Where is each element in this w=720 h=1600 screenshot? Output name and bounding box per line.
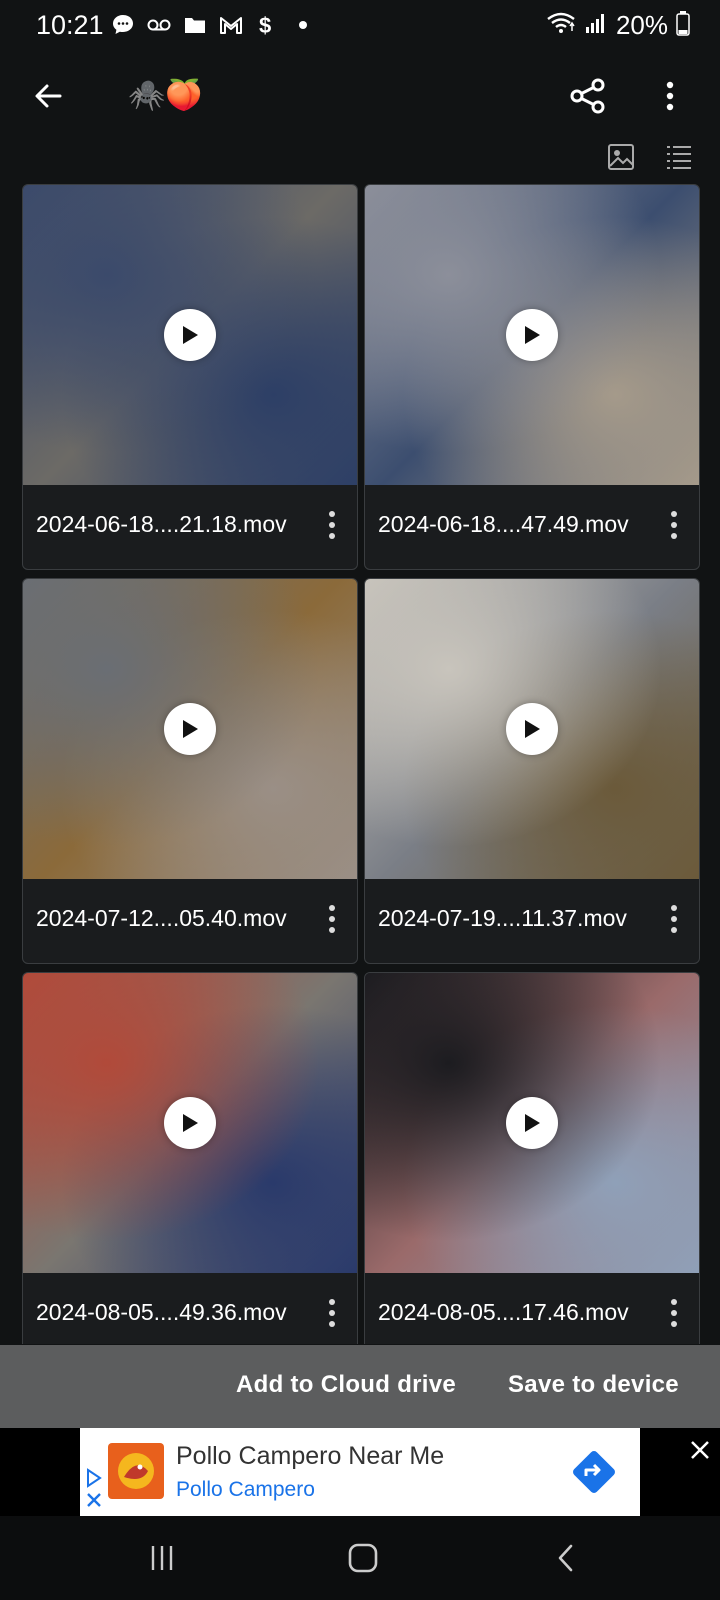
play-button[interactable]	[506, 703, 558, 755]
ad-content[interactable]: Pollo Campero Near Me Pollo Campero	[80, 1428, 640, 1516]
file-grid: 2024-06-18....21.18.mov 2024-06-18....47…	[22, 184, 700, 1344]
battery-icon	[676, 10, 690, 41]
status-time: 10:21	[36, 10, 104, 40]
system-nav-bar	[0, 1516, 720, 1600]
back-button[interactable]	[26, 74, 70, 118]
image-view-button[interactable]	[604, 140, 638, 174]
action-bar: Add to Cloud drive Save to device	[0, 1345, 720, 1428]
video-card[interactable]: 2024-08-05....49.36.mov	[22, 972, 358, 1344]
more-vertical-icon	[671, 1299, 677, 1327]
play-button[interactable]	[506, 1097, 558, 1149]
video-card[interactable]: 2024-06-18....21.18.mov	[22, 184, 358, 570]
play-button[interactable]	[506, 309, 558, 361]
voicemail-icon	[146, 12, 172, 38]
recents-button[interactable]	[140, 1536, 184, 1580]
wifi-icon	[546, 11, 576, 40]
play-icon	[525, 720, 540, 738]
video-card[interactable]: 2024-07-12....05.40.mov	[22, 578, 358, 964]
video-card[interactable]: 2024-08-05....17.46.mov	[364, 972, 700, 1344]
gmail-icon	[218, 12, 244, 38]
file-name: 2024-08-05....49.36.mov	[36, 1299, 287, 1325]
ad-close-icon[interactable]	[688, 1438, 712, 1462]
list-view-button[interactable]	[662, 140, 696, 174]
more-options-button[interactable]	[648, 74, 692, 118]
file-name: 2024-08-05....17.46.mov	[378, 1299, 629, 1325]
file-more-button[interactable]	[659, 899, 689, 939]
video-card[interactable]: 2024-06-18....47.49.mov	[364, 184, 700, 570]
home-button[interactable]	[341, 1536, 385, 1580]
battery-percent: 20%	[615, 10, 668, 40]
arrow-left-icon	[35, 84, 62, 108]
play-button[interactable]	[164, 703, 216, 755]
folder-icon	[182, 12, 208, 38]
file-more-button[interactable]	[659, 505, 689, 545]
ad-logo	[108, 1443, 164, 1499]
status-bar: 10:21 $ 20%	[0, 0, 720, 56]
list-view-icon	[667, 146, 691, 169]
play-icon	[525, 1114, 540, 1132]
file-more-button[interactable]	[317, 1293, 347, 1333]
view-toggles	[604, 140, 696, 174]
file-name: 2024-07-19....11.37.mov	[378, 905, 627, 931]
file-more-button[interactable]	[317, 505, 347, 545]
directions-icon[interactable]	[570, 1448, 618, 1496]
signal-icon	[584, 11, 608, 40]
share-icon	[570, 78, 605, 114]
play-button[interactable]	[164, 309, 216, 361]
more-vertical-icon	[671, 905, 677, 933]
file-more-button[interactable]	[659, 1293, 689, 1333]
share-button[interactable]	[566, 74, 610, 118]
file-name: 2024-07-12....05.40.mov	[36, 905, 287, 931]
dot-icon	[290, 12, 316, 38]
play-icon	[525, 326, 540, 344]
play-icon	[183, 326, 198, 344]
message-icon	[110, 12, 136, 38]
more-vertical-icon	[329, 1299, 335, 1327]
more-vertical-icon	[666, 81, 674, 111]
back-icon	[558, 1544, 573, 1572]
app-bar: 🕷️🍑	[0, 56, 720, 136]
add-to-cloud-button[interactable]: Add to Cloud drive	[236, 1371, 456, 1399]
recents-icon	[151, 1546, 173, 1570]
more-vertical-icon	[329, 511, 335, 539]
save-to-device-button[interactable]: Save to device	[508, 1371, 679, 1399]
file-name: 2024-06-18....21.18.mov	[36, 511, 287, 537]
more-vertical-icon	[329, 905, 335, 933]
video-card[interactable]: 2024-07-19....11.37.mov	[364, 578, 700, 964]
svg-text:$: $	[259, 13, 271, 38]
chicken-logo-icon	[118, 1453, 154, 1489]
more-vertical-icon	[671, 511, 677, 539]
play-button[interactable]	[164, 1097, 216, 1149]
ad-subtitle: Pollo Campero	[176, 1478, 315, 1501]
file-name: 2024-06-18....47.49.mov	[378, 511, 629, 537]
play-icon	[183, 720, 198, 738]
page-title: 🕷️🍑	[128, 79, 203, 112]
dollar-icon: $	[254, 12, 280, 38]
image-view-icon	[608, 144, 634, 170]
file-more-button[interactable]	[317, 899, 347, 939]
ad-banner: Pollo Campero Near Me Pollo Campero	[0, 1428, 720, 1516]
home-icon	[348, 1543, 378, 1573]
nav-back-button[interactable]	[544, 1536, 588, 1580]
play-icon	[183, 1114, 198, 1132]
adchoices-icon[interactable]	[84, 1466, 104, 1510]
ad-title: Pollo Campero Near Me	[176, 1442, 445, 1470]
